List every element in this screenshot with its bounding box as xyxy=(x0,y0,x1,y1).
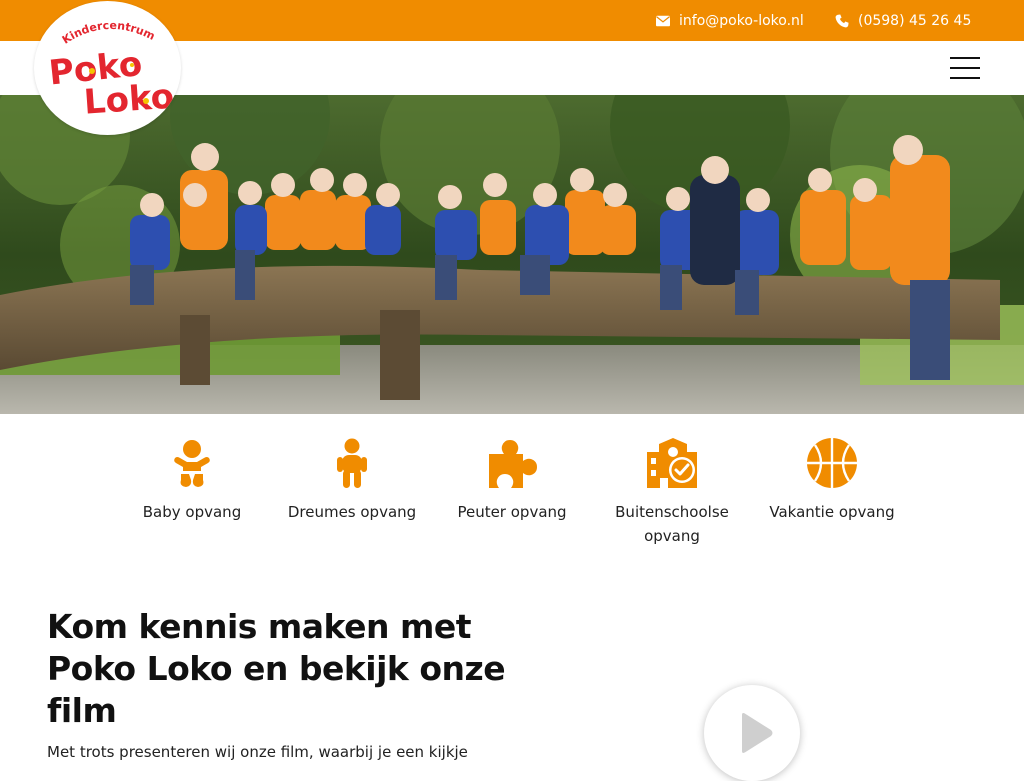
service-baby-opvang[interactable]: Baby opvang xyxy=(112,438,272,548)
phone-icon xyxy=(835,13,849,27)
hamburger-menu-button[interactable] xyxy=(950,57,980,79)
svg-text:Kindercentrum: Kindercentrum xyxy=(60,19,157,47)
logo-subtitle: Kindercentrum xyxy=(60,19,157,47)
service-vakantie-opvang[interactable]: Vakantie opvang xyxy=(752,438,912,548)
menu-bar-icon xyxy=(950,77,980,79)
service-buitenschoolse-opvang[interactable]: Buitenschoolse opvang xyxy=(592,438,752,548)
envelope-icon xyxy=(656,15,670,26)
menu-bar-icon xyxy=(950,67,980,69)
school-clock-icon xyxy=(647,438,697,488)
email-text: info@poko-loko.nl xyxy=(679,12,804,29)
service-label: Vakantie opvang xyxy=(769,503,895,521)
service-label: Peuter opvang xyxy=(457,503,567,521)
baby-icon xyxy=(167,438,217,488)
video-play-button[interactable] xyxy=(704,685,800,781)
poko-loko-logo[interactable]: Kindercentrum Poko Loko xyxy=(34,1,181,135)
service-dreumes-opvang[interactable]: Dreumes opvang xyxy=(272,438,432,548)
menu-bar-icon xyxy=(950,57,980,59)
play-icon xyxy=(742,713,773,753)
email-link[interactable]: info@poko-loko.nl xyxy=(656,0,804,41)
basketball-icon xyxy=(807,438,857,488)
intro-paragraph: Met trots presenteren wij onze film, waa… xyxy=(47,743,468,761)
puzzle-icon xyxy=(487,438,537,488)
child-icon xyxy=(327,438,377,488)
service-label: Baby opvang xyxy=(142,503,242,521)
intro-heading: Kom kennis maken met Poko Loko en bekijk… xyxy=(47,607,506,730)
service-label: Dreumes opvang xyxy=(287,503,417,521)
services-row: Baby opvang Dreumes opvang Peuter opvang xyxy=(112,438,912,548)
phone-link[interactable]: (0598) 45 26 45 xyxy=(835,0,971,41)
hero-photo xyxy=(0,95,1024,414)
phone-text: (0598) 45 26 45 xyxy=(858,12,972,29)
service-label: Buitenschoolse opvang xyxy=(615,503,729,545)
service-peuter-opvang[interactable]: Peuter opvang xyxy=(432,438,592,548)
